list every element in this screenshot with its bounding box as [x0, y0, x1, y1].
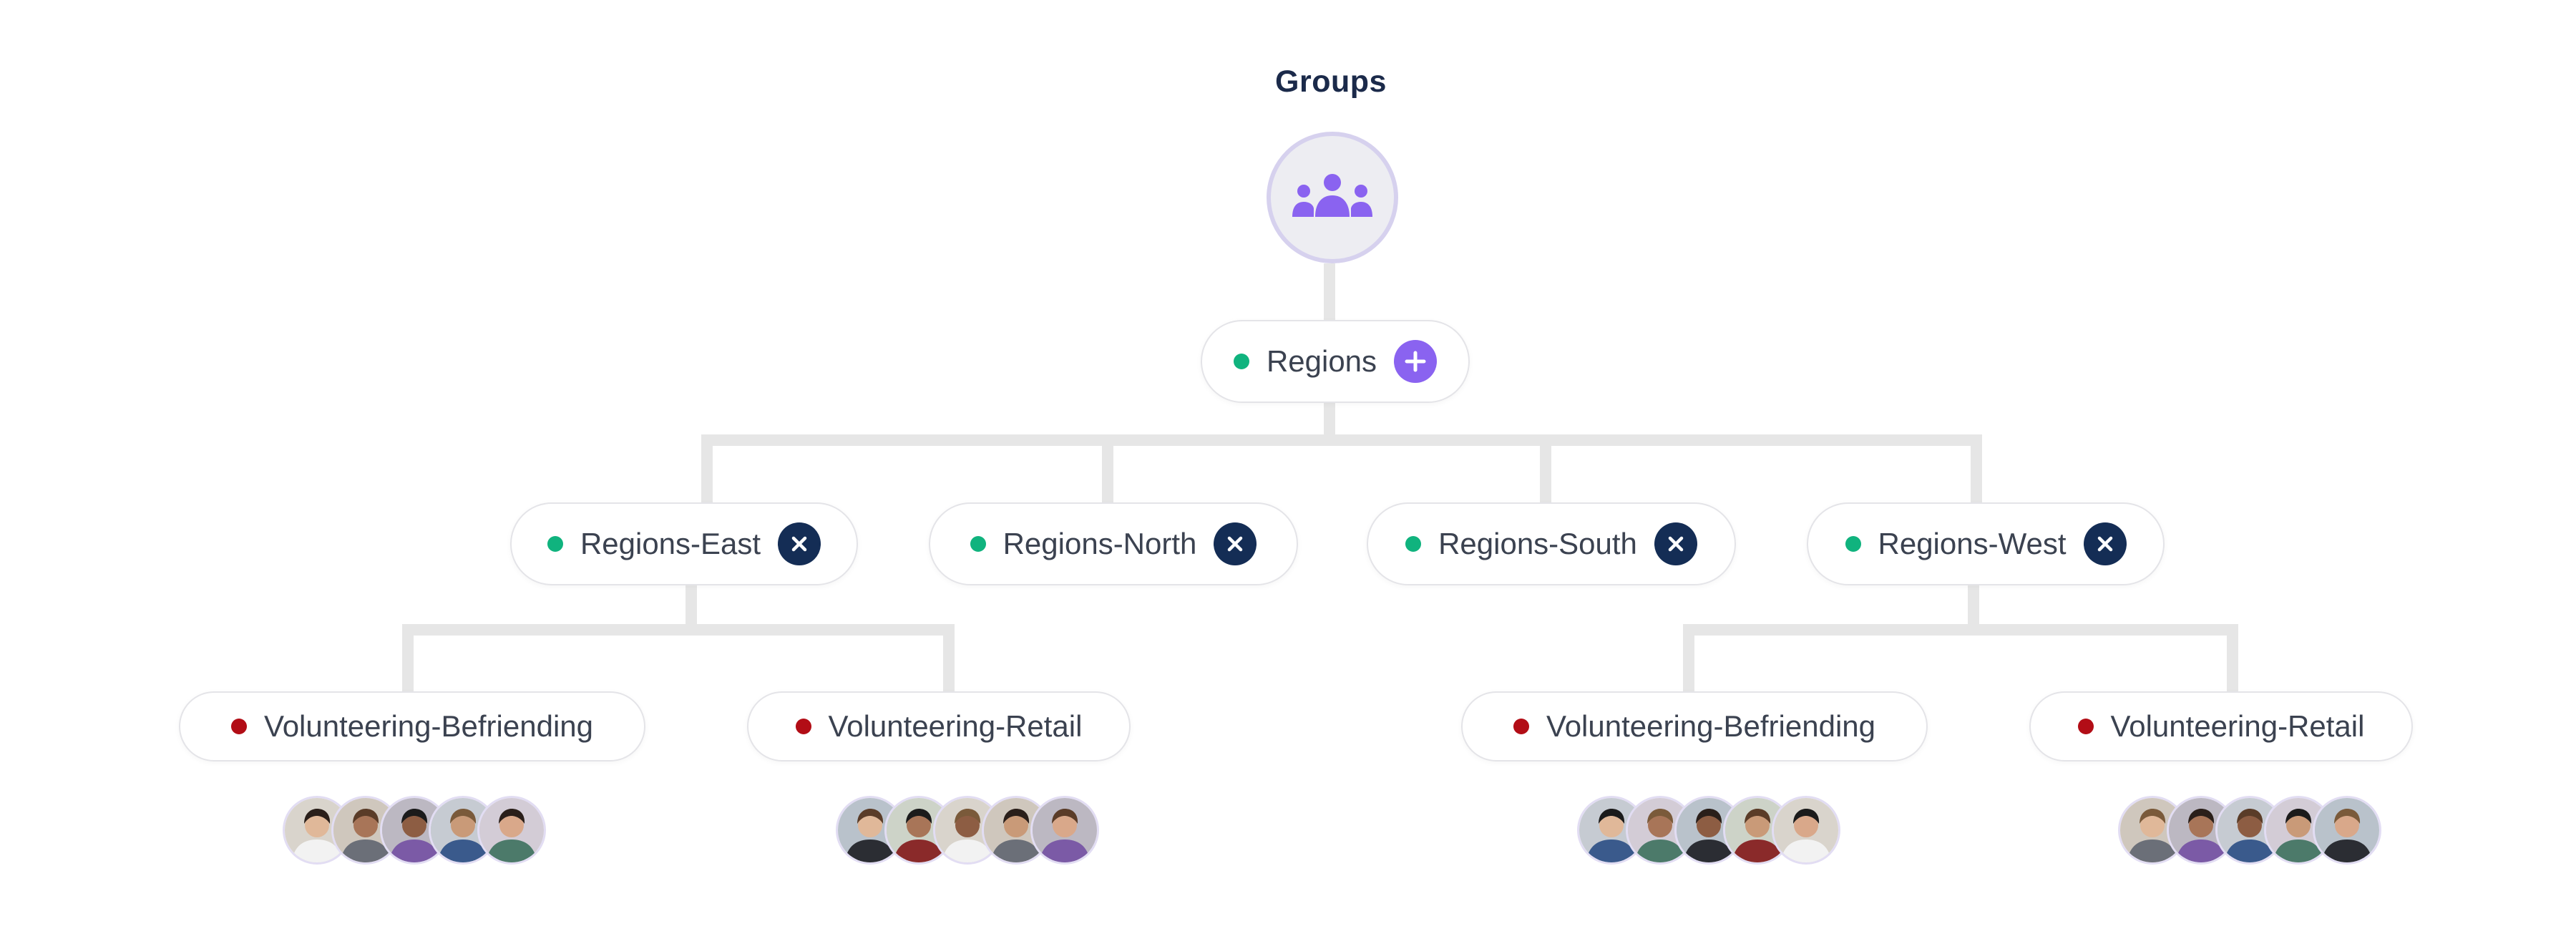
connector-to-east-befriending [402, 624, 414, 693]
close-icon [2097, 536, 2112, 552]
node-label: Volunteering-Befriending [1546, 709, 1875, 743]
connector-west-stem [1968, 585, 1979, 628]
remove-node-button[interactable] [1214, 522, 1257, 565]
connector-to-regions-south [1540, 434, 1551, 502]
node-regions[interactable]: Regions [1201, 320, 1470, 403]
member-avatars[interactable] [1577, 796, 1840, 865]
groups-root-node[interactable] [1267, 132, 1398, 263]
status-dot-active [547, 536, 563, 552]
member-avatars[interactable] [283, 796, 546, 865]
remove-node-button[interactable] [2083, 522, 2127, 565]
connector-to-west-befriending [1683, 624, 1694, 693]
node-west-volunteering-retail[interactable]: Volunteering-Retail [2029, 691, 2413, 761]
connector-to-regions-west [1971, 434, 1982, 502]
close-icon [1668, 536, 1684, 552]
remove-node-button[interactable] [1654, 522, 1697, 565]
node-label: Volunteering-Retail [828, 709, 1083, 743]
status-dot-inactive [231, 719, 247, 734]
node-label: Regions-North [1002, 527, 1197, 560]
member-avatars[interactable] [836, 796, 1099, 865]
node-east-volunteering-befriending[interactable]: Volunteering-Befriending [179, 691, 645, 761]
node-west-volunteering-befriending[interactable]: Volunteering-Befriending [1461, 691, 1928, 761]
status-dot-active [1233, 354, 1249, 369]
status-dot-active [970, 536, 986, 552]
remove-node-button[interactable] [778, 522, 821, 565]
node-label: Volunteering-Befriending [264, 709, 593, 743]
node-regions-west[interactable]: Regions-West [1807, 502, 2165, 585]
node-label: Volunteering-Retail [2110, 709, 2365, 743]
status-dot-inactive [1513, 719, 1529, 734]
group-hierarchy-diagram: Groups Regions Regions-East Regions-Nort… [0, 0, 2576, 949]
status-dot-inactive [795, 719, 811, 734]
connector-to-east-retail [943, 624, 955, 693]
node-label: Regions-West [1878, 527, 2067, 560]
connector-to-west-retail [2227, 624, 2238, 693]
avatar [1030, 796, 1099, 865]
node-east-volunteering-retail[interactable]: Volunteering-Retail [747, 691, 1131, 761]
connector-east-stem [686, 585, 697, 628]
node-label: Regions-East [580, 527, 761, 560]
node-regions-south[interactable]: Regions-South [1367, 502, 1736, 585]
close-icon [791, 536, 807, 552]
diagram-title: Groups [1275, 64, 1387, 99]
avatar [477, 796, 546, 865]
plus-icon [1405, 351, 1426, 372]
close-icon [1228, 536, 1243, 552]
connector-east-bar [402, 624, 955, 636]
connector-to-regions-east [701, 434, 713, 502]
avatar [1772, 796, 1840, 865]
connector-root-to-regions [1324, 263, 1335, 321]
connector-to-regions-north [1102, 434, 1113, 502]
add-child-button[interactable] [1394, 340, 1438, 383]
connector-west-bar [1683, 624, 2238, 636]
connector-regions-stem [1324, 403, 1335, 439]
connector-regions-bar [701, 434, 1982, 446]
member-avatars[interactable] [2118, 796, 2381, 865]
node-label: Regions [1266, 344, 1377, 378]
status-dot-active [1405, 536, 1422, 552]
avatar [2313, 796, 2381, 865]
status-dot-inactive [2077, 719, 2094, 734]
node-regions-north[interactable]: Regions-North [929, 502, 1298, 585]
node-regions-east[interactable]: Regions-East [510, 502, 858, 585]
node-label: Regions-South [1438, 527, 1637, 560]
users-group-icon [1292, 174, 1372, 217]
status-dot-active [1845, 536, 1861, 552]
